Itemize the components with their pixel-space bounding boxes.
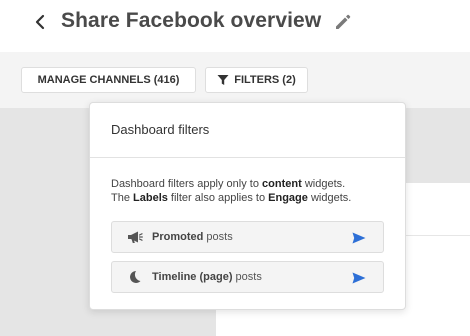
- page-header: Share Facebook overview: [0, 0, 470, 52]
- desc-line2-prefix: The: [111, 192, 134, 204]
- desc-line1-suffix: widgets.: [301, 178, 346, 190]
- filter-item-label: Promoted posts: [152, 231, 233, 243]
- desc-line2-bold-labels: Labels: [133, 192, 168, 204]
- moon-icon: [126, 269, 144, 285]
- pencil-icon: [336, 14, 351, 29]
- desc-line2-middle: filter also applies to: [167, 192, 269, 204]
- filters-popover: Dashboard filters Dashboard filters appl…: [89, 102, 406, 310]
- popover-description: Dashboard filters apply only to content …: [111, 177, 396, 205]
- send-icon[interactable]: [351, 270, 367, 286]
- chevron-left-icon: [35, 14, 45, 30]
- send-icon[interactable]: [351, 230, 367, 246]
- popover-divider: [90, 157, 405, 158]
- megaphone-icon: [126, 229, 144, 245]
- popover-title: Dashboard filters: [111, 122, 210, 137]
- manage-channels-label: MANAGE CHANNELS (416): [37, 74, 180, 86]
- filters-button[interactable]: FILTERS (2): [205, 67, 308, 93]
- dashboard-toolbar: MANAGE CHANNELS (416) FILTERS (2): [0, 52, 470, 108]
- filter-icon: [217, 75, 229, 85]
- desc-line2-bold-engage: Engage: [268, 192, 308, 204]
- desc-line1-bold: content: [262, 178, 302, 190]
- desc-line2-suffix: widgets.: [307, 192, 352, 204]
- filter-item-timeline[interactable]: Timeline (page) posts: [111, 261, 384, 293]
- manage-channels-button[interactable]: MANAGE CHANNELS (416): [21, 67, 196, 93]
- back-button[interactable]: [30, 11, 50, 33]
- filters-label: FILTERS (2): [234, 74, 296, 86]
- desc-line1-prefix: Dashboard filters apply only to: [111, 178, 263, 190]
- edit-title-button[interactable]: [331, 10, 355, 34]
- filter-item-promoted[interactable]: Promoted posts: [111, 221, 384, 253]
- filter-item-label: Timeline (page) posts: [152, 271, 262, 283]
- page-title: Share Facebook overview: [61, 9, 322, 32]
